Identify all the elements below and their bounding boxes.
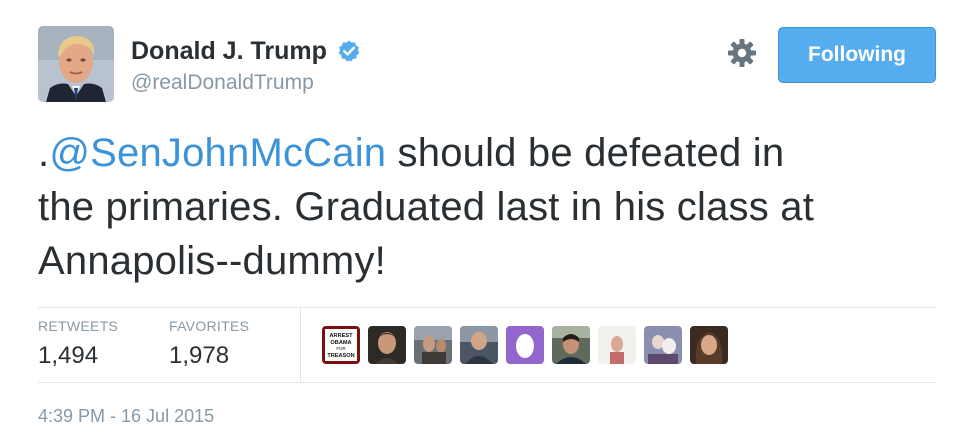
tweet-line-1: .@SenJohnMcCain should be defeated in (38, 126, 936, 180)
tweet-line-2: the primaries. Graduated last in his cla… (38, 185, 815, 229)
favorites-count: 1,978 (169, 342, 230, 369)
favorites-stat[interactable]: FAVORITES 1,978 (169, 317, 249, 371)
stats-bottom-divider (38, 382, 936, 383)
tweet-prefix: . (38, 131, 50, 175)
favoriter-avatar[interactable] (460, 326, 498, 364)
favoriter-avatar[interactable] (506, 326, 544, 364)
tweet-header: Donald J. Trump @realDonaldTrump Followi… (38, 26, 936, 104)
favoriters-avatar-row: ARREST OBAMA FOR TREASON (322, 326, 736, 366)
gear-icon[interactable] (726, 37, 758, 69)
following-button[interactable]: Following (778, 27, 936, 83)
tweet-timestamp[interactable]: 4:39 PM - 16 Jul 2015 (38, 404, 214, 428)
retweets-label: RETWEETS (38, 318, 119, 334)
tweet-text: .@SenJohnMcCain should be defeated in th… (38, 126, 936, 288)
author-handle[interactable]: @realDonaldTrump (131, 70, 361, 96)
favoriter-avatar[interactable] (598, 326, 636, 364)
favoriter-avatar[interactable]: ARREST OBAMA FOR TREASON (322, 326, 360, 364)
favoriter-avatar[interactable] (368, 326, 406, 364)
verified-badge-icon (337, 39, 361, 63)
favoriter-avatar[interactable] (644, 326, 682, 364)
favoriter-avatar[interactable] (414, 326, 452, 364)
favoriter-avatar[interactable] (552, 326, 590, 364)
author-name-block: Donald J. Trump @realDonaldTrump (131, 36, 361, 96)
tweet-line-3: Annapolis--dummy! (38, 239, 386, 283)
retweets-stat[interactable]: RETWEETS 1,494 (38, 317, 118, 371)
author-avatar[interactable] (38, 26, 114, 102)
author-display-name[interactable]: Donald J. Trump (131, 36, 327, 66)
stats-separator (300, 308, 301, 382)
favorites-label: FAVORITES (169, 318, 250, 334)
retweets-count: 1,494 (38, 342, 99, 369)
tweet-line-1-text: should be defeated in (386, 131, 785, 175)
tweet-stats: RETWEETS 1,494 FAVORITES 1,978 ARREST OB… (38, 308, 936, 382)
avatar-text-3: FOR (336, 346, 345, 351)
favoriter-avatar[interactable] (690, 326, 728, 364)
avatar-photo (38, 26, 114, 102)
avatar-text-1: ARREST (330, 333, 354, 339)
avatar-text-4: TREASON (327, 353, 354, 359)
mention-link[interactable]: @SenJohnMcCain (49, 131, 386, 175)
